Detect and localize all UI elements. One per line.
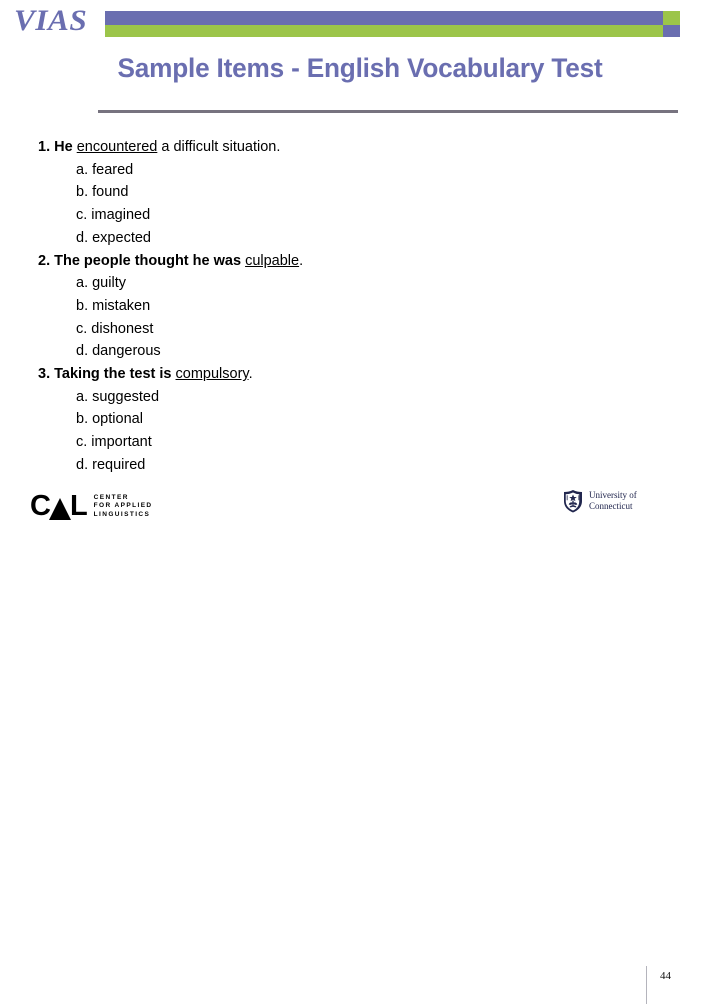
item-option[interactable]: b. mistaken: [38, 295, 458, 318]
item-stem-tail: .: [299, 252, 304, 269]
footer-divider: [646, 966, 647, 1004]
item-option[interactable]: b. optional: [38, 408, 458, 431]
item-option[interactable]: c. imagined: [38, 204, 458, 227]
vias-wordmark: VIAS: [14, 4, 88, 37]
uconn-seal-icon: [564, 490, 582, 513]
item-target-word: encountered: [76, 139, 158, 155]
item-option[interactable]: a. suggested: [38, 386, 458, 409]
test-item: 1. He encountered a difficult situation.…: [38, 136, 458, 250]
item-option[interactable]: a. guilty: [38, 272, 458, 295]
title-divider: [98, 110, 678, 113]
item-option[interactable]: b. found: [38, 181, 458, 204]
cal-logo: C L CENTER FOR APPLIED LINGUISTICS: [30, 492, 153, 521]
item-stem-tail: a difficult situation.: [161, 139, 281, 155]
item-stem-lead: The people thought he was: [54, 252, 242, 269]
uconn-wordmark-line-1: University of: [589, 490, 637, 500]
test-item: 3. Taking the test is compulsory. a. sug…: [38, 363, 458, 477]
uconn-logo: University of Connecticut: [562, 489, 637, 513]
item-option[interactable]: a. feared: [38, 159, 458, 182]
item-stem-lead: Taking the test is: [54, 366, 172, 383]
item-option[interactable]: c. important: [38, 431, 458, 454]
footer: C L CENTER FOR APPLIED LINGUISTICS Unive…: [0, 480, 720, 1004]
item-stem: 3. Taking the test is compulsory.: [38, 363, 458, 386]
item-number: 3.: [38, 366, 51, 383]
item-stem: 1. He encountered a difficult situation.: [38, 136, 458, 159]
item-option[interactable]: d. dangerous: [38, 340, 458, 363]
uconn-wordmark-line-2: Connecticut: [589, 501, 633, 511]
header-green-bar: [105, 25, 663, 37]
page-title: Sample Items - English Vocabulary Test: [117, 53, 603, 83]
header-purple-bar: [105, 11, 663, 25]
item-option[interactable]: d. required: [38, 454, 458, 477]
header-purple-square: [663, 25, 680, 37]
vocabulary-items-list: 1. He encountered a difficult situation.…: [38, 136, 458, 477]
item-stem: 2. The people thought he was culpable.: [38, 250, 458, 273]
item-number: 1.: [38, 139, 51, 155]
item-target-word: culpable: [245, 252, 300, 269]
item-option[interactable]: c. dishonest: [38, 318, 458, 341]
item-stem-tail: .: [248, 366, 253, 383]
item-option[interactable]: d. expected: [38, 227, 458, 250]
cal-tagline-line-3: LINGUISTICS: [93, 510, 151, 518]
page-number: 44: [660, 970, 671, 982]
item-number: 2.: [38, 252, 51, 269]
cal-wordmark: C L: [30, 490, 88, 522]
cal-triangle-a-icon: [48, 498, 71, 520]
cal-tagline: CENTER FOR APPLIED LINGUISTICS: [94, 494, 153, 519]
uconn-wordmark: University of Connecticut: [589, 490, 637, 512]
header-green-square: [663, 11, 680, 25]
item-target-word: compulsory: [175, 366, 249, 383]
header-logo-band: VIAS: [0, 0, 720, 48]
cal-letter-c: C: [30, 490, 51, 522]
cal-tagline-line-1: CENTER: [93, 493, 129, 501]
cal-letter-l: L: [69, 490, 88, 522]
test-item: 2. The people thought he was culpable. a…: [38, 250, 458, 364]
cal-tagline-line-2: FOR APPLIED: [93, 502, 153, 510]
item-stem-lead: He: [54, 139, 73, 155]
